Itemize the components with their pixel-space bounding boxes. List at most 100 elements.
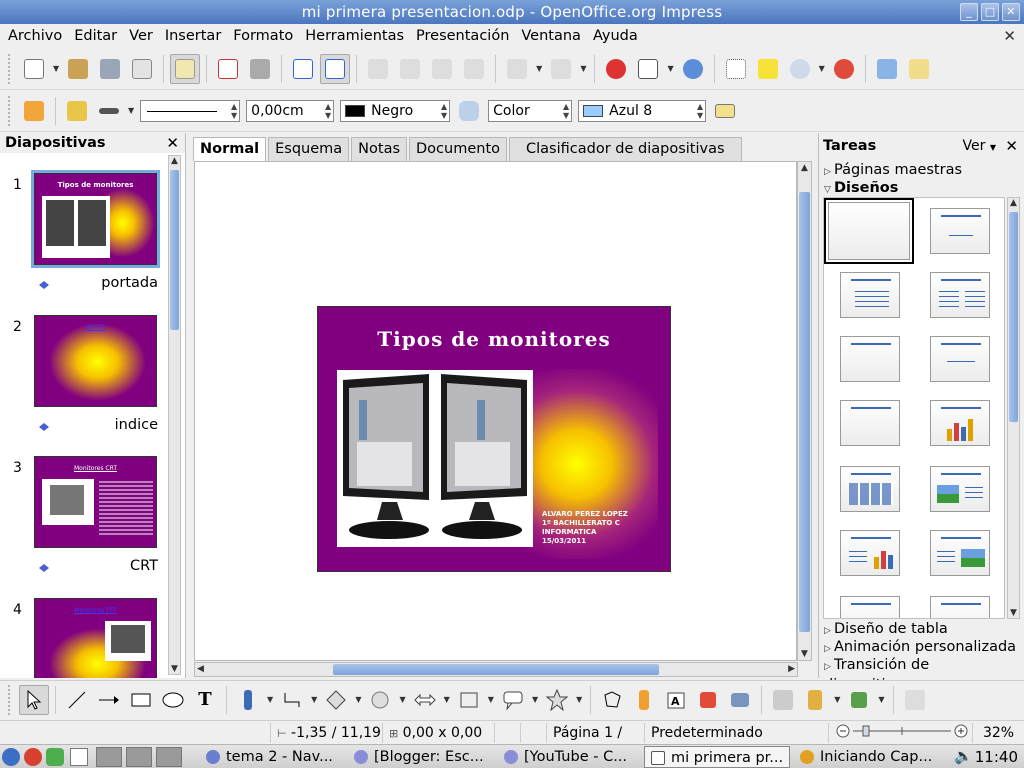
line-button[interactable] [62, 96, 92, 126]
layout-more-2[interactable] [930, 596, 990, 618]
close-panel-icon[interactable]: ✕ [1005, 133, 1018, 159]
undo-button[interactable] [502, 54, 532, 84]
styles-button[interactable] [19, 96, 49, 126]
symbol-shapes-dropdown-icon[interactable]: ▼ [399, 695, 405, 704]
layout-title-only-top[interactable] [840, 336, 900, 382]
section-custom-animation[interactable]: ▷ Animación personalizada [824, 638, 1019, 656]
table-dropdown-icon[interactable]: ▼ [667, 64, 673, 73]
layout-more-1[interactable] [840, 596, 900, 618]
canvas-vertical-scrollbar[interactable]: ▲ ▼ [797, 161, 812, 661]
start-menu-icon[interactable] [2, 748, 20, 766]
slide-design-button[interactable] [904, 54, 934, 84]
email-button[interactable] [127, 54, 157, 84]
text-tool-button[interactable]: T [190, 685, 220, 715]
line-style-select[interactable]: ▲ ▼ [140, 99, 241, 122]
tasks-scroll-thumb[interactable] [1009, 212, 1018, 422]
section-slide-transition[interactable]: ▷Transición de diapositivas [824, 656, 1019, 693]
current-slide[interactable]: Tipos de monitores ALVARO PEREZ LOPEZ 1º… [317, 306, 671, 572]
task-impress[interactable]: mi primera pr... [644, 746, 790, 768]
arrange-dropdown-icon[interactable]: ▼ [878, 695, 884, 704]
connector-tool-button[interactable] [277, 685, 307, 715]
slide-monitors-image[interactable] [337, 370, 533, 547]
line-style-spin-icon[interactable]: ▲ ▼ [231, 102, 237, 120]
save-button[interactable] [95, 54, 125, 84]
close-document-icon[interactable]: ✕ [1003, 27, 1016, 45]
workspace-3[interactable] [156, 747, 182, 767]
layout-title-table[interactable] [840, 466, 900, 512]
slide-thumbnail-3[interactable]: Monitores CRT [34, 456, 157, 548]
toolbar-grip[interactable] [8, 95, 14, 126]
basic-shapes-button[interactable] [321, 685, 351, 715]
layout-title-content[interactable] [840, 272, 900, 318]
section-master-pages[interactable]: ▷ Páginas maestras [824, 161, 1019, 179]
scroll-right-icon[interactable]: ▶ [788, 664, 795, 674]
tasks-panel-scrollbar[interactable]: ▲ ▼ [1007, 197, 1020, 619]
layout-title-blank[interactable] [840, 400, 900, 446]
zoom-dropdown-icon[interactable]: ▼ [819, 64, 825, 73]
vertical-scroll-thumb[interactable] [799, 192, 810, 632]
volume-icon[interactable]: 🔈 [954, 747, 973, 765]
tab-esquema[interactable]: Esquema [268, 137, 350, 161]
line-width-spin-icon[interactable]: ▲ ▼ [325, 102, 331, 120]
spellcheck-button[interactable] [288, 54, 318, 84]
scroll-left-icon[interactable]: ◀ [197, 664, 204, 674]
menu-formato[interactable]: Formato [227, 24, 299, 48]
cut-button[interactable] [363, 54, 393, 84]
block-arrows-dropdown-icon[interactable]: ▼ [444, 695, 450, 704]
menu-ayuda[interactable]: Ayuda [587, 24, 644, 48]
basic-shapes-dropdown-icon[interactable]: ▼ [355, 695, 361, 704]
layout-title-only[interactable] [930, 208, 990, 254]
status-zoom[interactable]: 32% [972, 723, 1024, 743]
area-color-select[interactable]: Azul 8 ▲ ▼ [578, 99, 707, 122]
points-button[interactable] [597, 685, 627, 715]
minimize-button[interactable]: _ [960, 3, 978, 21]
slide-title[interactable]: Tipos de monitores [318, 327, 670, 351]
select-tool-button[interactable] [19, 684, 49, 715]
workspace-2[interactable] [126, 747, 152, 767]
tasks-view-menu[interactable]: Ver ▼ [963, 133, 996, 161]
layout-title-image-content[interactable] [930, 466, 990, 512]
menu-herramientas[interactable]: Herramientas [299, 24, 410, 48]
new-dropdown-icon[interactable]: ▼ [53, 64, 59, 73]
tab-documento[interactable]: Documento [409, 137, 508, 161]
callouts-dropdown-icon[interactable]: ▼ [532, 695, 538, 704]
curve-tool-button[interactable] [233, 685, 263, 715]
callouts-button[interactable] [498, 685, 528, 715]
close-window-button[interactable]: ✕ [1002, 3, 1020, 21]
chart-button[interactable] [601, 54, 631, 84]
close-panel-icon[interactable]: ✕ [166, 133, 179, 153]
layout-content-image[interactable] [930, 530, 990, 576]
tab-normal[interactable]: Normal [193, 137, 267, 161]
zoom-button[interactable] [785, 54, 815, 84]
layout-content-chart[interactable] [840, 530, 900, 576]
edit-file-button[interactable] [170, 53, 201, 84]
rotate-button[interactable] [768, 685, 798, 715]
copy-button[interactable] [395, 54, 425, 84]
layout-centered-text[interactable] [930, 336, 990, 382]
scroll-down-icon[interactable]: ▼ [1010, 608, 1017, 618]
area-type-spin-icon[interactable]: ▲ ▼ [563, 102, 569, 120]
line-width-field[interactable]: 0,00cm ▲ ▼ [246, 99, 335, 122]
layout-title-2-content[interactable] [930, 272, 990, 318]
area-fill-button[interactable] [454, 96, 484, 126]
arrow-tool-button[interactable] [94, 685, 124, 715]
arrange-button[interactable] [844, 685, 874, 715]
slides-panel-scrollbar[interactable]: ▲ ▼ [168, 155, 181, 675]
slide-author-block[interactable]: ALVARO PEREZ LOPEZ 1º BACHILLERATO C INF… [542, 510, 670, 546]
fontwork-button[interactable]: A [661, 685, 691, 715]
slide-canvas[interactable]: Tipos de monitores ALVARO PEREZ LOPEZ 1º… [194, 161, 797, 661]
flowchart-button[interactable] [454, 685, 484, 715]
tab-notas[interactable]: Notas [351, 137, 408, 161]
menu-presentacion[interactable]: Presentación [410, 24, 515, 48]
connector-dropdown-icon[interactable]: ▼ [311, 695, 317, 704]
format-paintbrush-button[interactable] [459, 54, 489, 84]
menu-ventana[interactable]: Ventana [515, 24, 587, 48]
redo-button[interactable] [546, 54, 576, 84]
shadow-button[interactable] [710, 96, 740, 126]
task-youtube[interactable]: [YouTube - C... [498, 746, 640, 768]
block-arrows-button[interactable] [410, 685, 440, 715]
gallery-button[interactable] [725, 685, 755, 715]
section-table-design[interactable]: ▷ Diseño de tabla [824, 620, 1019, 638]
toolbar-grip[interactable] [8, 53, 14, 84]
paste-button[interactable] [427, 54, 457, 84]
